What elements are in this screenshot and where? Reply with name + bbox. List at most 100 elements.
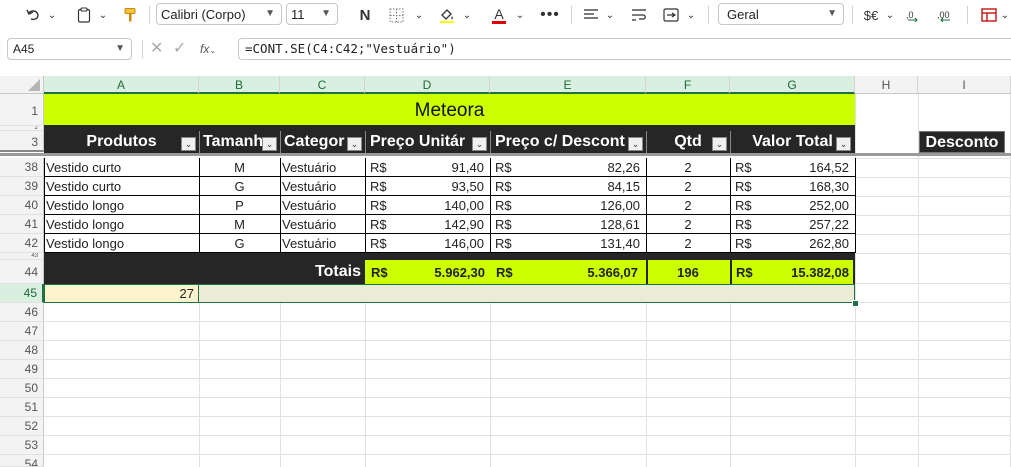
- confirm-icon[interactable]: ✓: [173, 39, 189, 59]
- header-preco-desconto[interactable]: Preço c/ Descont: [490, 131, 646, 153]
- select-all-corner[interactable]: [0, 76, 44, 94]
- cell-produto[interactable]: Vestido longo: [44, 196, 199, 215]
- cell-produto[interactable]: Vestido longo: [44, 234, 199, 253]
- row-header[interactable]: 41: [0, 215, 44, 234]
- column-header-h[interactable]: H: [855, 76, 918, 94]
- filter-dropdown-icon[interactable]: ⌄: [836, 137, 851, 151]
- cell-desconto[interactable]: R$ 84,15: [490, 177, 646, 196]
- font-size-dropdown[interactable]: 11 ▼: [286, 3, 338, 25]
- currency-format-button[interactable]: $€: [860, 4, 882, 26]
- cell-total[interactable]: R$ 257,22: [730, 215, 855, 234]
- filter-dropdown-icon[interactable]: ⌄: [472, 137, 487, 151]
- header-produtos[interactable]: Produtos: [44, 131, 199, 153]
- wrap-text-icon[interactable]: [628, 4, 650, 26]
- column-header-i[interactable]: I: [918, 76, 1011, 94]
- cell-desconto[interactable]: R$ 128,61: [490, 215, 646, 234]
- cell-preco[interactable]: R$ 91,40: [365, 158, 490, 177]
- cell-tamanho[interactable]: G: [199, 177, 280, 196]
- cell-preco[interactable]: R$ 140,00: [365, 196, 490, 215]
- borders-icon[interactable]: [385, 4, 407, 26]
- row-header[interactable]: 51: [0, 398, 44, 417]
- desconto-label-cell[interactable]: Desconto: [919, 131, 1005, 153]
- font-name-dropdown[interactable]: Calibri (Corpo) ▼: [156, 3, 282, 25]
- cell-categoria[interactable]: Vestuário: [280, 215, 365, 234]
- undo-chevron-icon[interactable]: ⌄: [45, 4, 59, 26]
- active-cell-a45[interactable]: 27: [44, 284, 199, 303]
- cell-categoria[interactable]: Vestuário: [280, 234, 365, 253]
- merge-chevron-icon[interactable]: ⌄: [684, 4, 698, 26]
- currency-chevron-icon[interactable]: ⌄: [884, 4, 896, 26]
- more-options-icon[interactable]: •••: [538, 4, 562, 26]
- cell-categoria[interactable]: Vestuário: [280, 177, 365, 196]
- cell-produto[interactable]: Vestido curto: [44, 177, 199, 196]
- column-header-f[interactable]: F: [646, 76, 730, 94]
- cell-qtd[interactable]: 2: [646, 158, 730, 177]
- align-chevron-icon[interactable]: ⌄: [603, 4, 617, 26]
- cell-tamanho[interactable]: P: [199, 196, 280, 215]
- format-painter-icon[interactable]: [120, 4, 140, 26]
- cell-tamanho[interactable]: M: [199, 158, 280, 177]
- row-header[interactable]: 49: [0, 360, 44, 379]
- row-header[interactable]: 46: [0, 303, 44, 322]
- totals-desconto-cell[interactable]: R$ 5.366,07: [490, 260, 646, 284]
- cell-preco[interactable]: R$ 93,50: [365, 177, 490, 196]
- sheet-title[interactable]: Meteora: [44, 94, 855, 125]
- cell-produto[interactable]: Vestido curto: [44, 158, 199, 177]
- row-header[interactable]: 44: [0, 260, 44, 284]
- insert-function-button[interactable]: fx⌄: [200, 39, 224, 59]
- merge-cells-icon[interactable]: [660, 4, 682, 26]
- cell-total[interactable]: R$ 164,52: [730, 158, 855, 177]
- row-header[interactable]: 48: [0, 341, 44, 360]
- cell-preco[interactable]: R$ 146,00: [365, 234, 490, 253]
- row-header[interactable]: 38: [0, 158, 44, 177]
- column-header-a[interactable]: A: [44, 76, 199, 94]
- totals-qtd-cell[interactable]: 196: [646, 260, 730, 284]
- filter-dropdown-icon[interactable]: ⌄: [262, 137, 277, 151]
- cell-categoria[interactable]: Vestuário: [280, 158, 365, 177]
- cell-desconto[interactable]: R$ 131,40: [490, 234, 646, 253]
- borders-chevron-icon[interactable]: ⌄: [412, 4, 426, 26]
- cell-total[interactable]: R$ 262,80: [730, 234, 855, 253]
- filter-dropdown-icon[interactable]: ⌄: [347, 137, 362, 151]
- filter-dropdown-icon[interactable]: ⌄: [181, 137, 196, 151]
- clipboard-icon[interactable]: [74, 4, 94, 26]
- row-header[interactable]: 43: [0, 253, 44, 260]
- row-header[interactable]: 47: [0, 322, 44, 341]
- cell-total[interactable]: R$ 168,30: [730, 177, 855, 196]
- cell-qtd[interactable]: 2: [646, 234, 730, 253]
- filter-dropdown-icon[interactable]: ⌄: [628, 137, 643, 151]
- row-header[interactable]: 54: [0, 455, 44, 467]
- row-header[interactable]: 3: [0, 131, 44, 152]
- align-icon[interactable]: [580, 4, 602, 26]
- bold-button[interactable]: N: [354, 4, 376, 26]
- name-box[interactable]: A45 ▼: [7, 38, 132, 60]
- decrease-decimal-icon[interactable]: ,00: [935, 4, 957, 26]
- font-color-chevron-icon[interactable]: ⌄: [513, 4, 527, 26]
- filter-dropdown-icon[interactable]: ⌄: [712, 137, 727, 151]
- font-color-icon[interactable]: A: [488, 4, 510, 26]
- column-header-b[interactable]: B: [199, 76, 280, 94]
- cell-categoria[interactable]: Vestuário: [280, 196, 365, 215]
- totals-label-cell[interactable]: Totais: [44, 260, 365, 284]
- conditional-format-chevron-icon[interactable]: ⌄: [1000, 4, 1010, 26]
- cell-desconto[interactable]: R$ 82,26: [490, 158, 646, 177]
- totals-valor-cell[interactable]: R$ 15.382,08: [730, 260, 855, 284]
- cell-tamanho[interactable]: G: [199, 234, 280, 253]
- cell-desconto[interactable]: R$ 126,00: [490, 196, 646, 215]
- undo-icon[interactable]: [22, 4, 44, 26]
- cell-preco[interactable]: R$ 142,90: [365, 215, 490, 234]
- conditional-format-icon[interactable]: [978, 4, 1000, 26]
- column-header-e[interactable]: E: [490, 76, 646, 94]
- number-format-dropdown[interactable]: Geral ▼: [718, 3, 844, 25]
- row-header[interactable]: 50: [0, 379, 44, 398]
- cell-tamanho[interactable]: M: [199, 215, 280, 234]
- row-header[interactable]: 1: [0, 94, 44, 126]
- fill-color-icon[interactable]: [436, 4, 458, 26]
- totals-preco-cell[interactable]: R$ 5.962,30: [365, 260, 490, 284]
- row-header[interactable]: 39: [0, 177, 44, 196]
- cell-qtd[interactable]: 2: [646, 177, 730, 196]
- column-header-d[interactable]: D: [365, 76, 490, 94]
- column-header-g[interactable]: G: [730, 76, 855, 94]
- fill-color-chevron-icon[interactable]: ⌄: [460, 4, 474, 26]
- cell-qtd[interactable]: 2: [646, 215, 730, 234]
